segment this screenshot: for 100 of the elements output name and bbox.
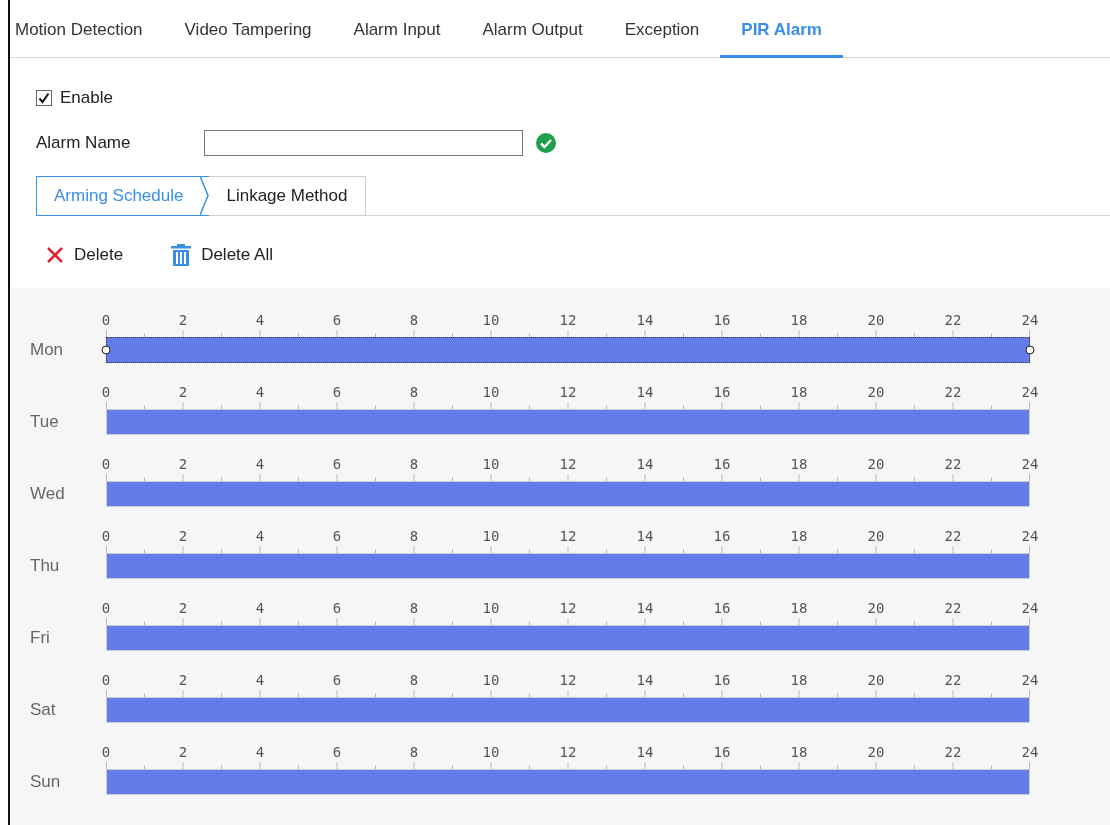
hour-label: 12 bbox=[559, 600, 577, 616]
hour-label: 18 bbox=[790, 312, 808, 328]
hour-label: 6 bbox=[332, 600, 342, 616]
hour-label: 4 bbox=[255, 744, 265, 760]
hour-label: 22 bbox=[944, 744, 962, 760]
hour-label: 18 bbox=[790, 672, 808, 688]
hour-label: 8 bbox=[409, 384, 419, 400]
tab[interactable]: Exception bbox=[603, 0, 721, 58]
hour-label: 16 bbox=[713, 672, 731, 688]
hour-label: 24 bbox=[1021, 456, 1039, 472]
hour-label: 22 bbox=[944, 600, 962, 616]
hour-label: 24 bbox=[1021, 600, 1039, 616]
hour-label: 18 bbox=[790, 528, 808, 544]
hour-label: 14 bbox=[636, 456, 654, 472]
hour-label: 8 bbox=[409, 744, 419, 760]
hour-label: 10 bbox=[482, 456, 500, 472]
hour-label: 16 bbox=[713, 384, 731, 400]
hour-label: 14 bbox=[636, 312, 654, 328]
hour-label: 8 bbox=[409, 456, 419, 472]
hour-label: 12 bbox=[559, 528, 577, 544]
delete-all-button[interactable]: Delete All bbox=[171, 240, 273, 270]
hour-label: 24 bbox=[1021, 528, 1039, 544]
tab[interactable]: Alarm Input bbox=[332, 0, 462, 58]
hour-label: 12 bbox=[559, 312, 577, 328]
hour-label: 20 bbox=[867, 384, 885, 400]
hour-label: 4 bbox=[255, 672, 265, 688]
hour-label: 2 bbox=[178, 456, 188, 472]
tab-arrow-icon bbox=[200, 176, 210, 215]
hour-label: 10 bbox=[482, 312, 500, 328]
sub-tab[interactable]: Arming Schedule bbox=[36, 176, 210, 216]
hour-label: 10 bbox=[482, 600, 500, 616]
hour-label: 16 bbox=[713, 744, 731, 760]
hour-label: 16 bbox=[713, 528, 731, 544]
hour-label: 22 bbox=[944, 456, 962, 472]
tab[interactable]: Alarm Output bbox=[461, 0, 604, 58]
tab[interactable]: Motion Detection bbox=[10, 0, 164, 58]
hour-label: 0 bbox=[101, 672, 111, 688]
checkbox-label: Enable bbox=[60, 88, 113, 108]
hour-label: 24 bbox=[1021, 672, 1039, 688]
hour-label: 4 bbox=[255, 600, 265, 616]
hour-label: 10 bbox=[482, 528, 500, 544]
hour-label: 10 bbox=[482, 384, 500, 400]
hour-label: 22 bbox=[944, 672, 962, 688]
checkbox[interactable] bbox=[36, 90, 52, 106]
alarm-name-field[interactable] bbox=[204, 130, 523, 156]
hour-label: 0 bbox=[101, 312, 111, 328]
hour-label: 12 bbox=[559, 672, 577, 688]
hour-label: 18 bbox=[790, 744, 808, 760]
hour-label: 22 bbox=[944, 528, 962, 544]
hour-label: 20 bbox=[867, 600, 885, 616]
hour-label: 12 bbox=[559, 744, 577, 760]
drag-handle[interactable] bbox=[101, 345, 111, 355]
day-label: Thu bbox=[30, 556, 61, 577]
hour-label: 24 bbox=[1021, 744, 1039, 760]
hour-label: 6 bbox=[332, 672, 342, 688]
tab[interactable]: Video Tampering bbox=[163, 0, 333, 58]
hour-label: 6 bbox=[332, 528, 342, 544]
schedule-bar[interactable] bbox=[106, 337, 1030, 363]
hour-label: 0 bbox=[101, 456, 111, 472]
hour-label: 6 bbox=[332, 744, 342, 760]
hour-label: 16 bbox=[713, 600, 731, 616]
hour-label: 14 bbox=[636, 528, 654, 544]
hour-label: 4 bbox=[255, 528, 265, 544]
hour-label: 16 bbox=[713, 312, 731, 328]
day-label: Mon bbox=[30, 340, 65, 361]
hour-label: 2 bbox=[178, 744, 188, 760]
hour-label: 2 bbox=[178, 600, 188, 616]
hour-label: 8 bbox=[409, 312, 419, 328]
hour-label: 18 bbox=[790, 600, 808, 616]
hour-label: 2 bbox=[178, 672, 188, 688]
hour-label: 2 bbox=[178, 312, 188, 328]
hour-label: 6 bbox=[332, 312, 342, 328]
day-label: Tue bbox=[30, 412, 60, 433]
hour-label: 20 bbox=[867, 672, 885, 688]
hour-label: 24 bbox=[1021, 312, 1039, 328]
hour-label: 6 bbox=[332, 384, 342, 400]
field-label: Alarm Name bbox=[36, 133, 132, 153]
hour-label: 20 bbox=[867, 312, 885, 328]
hour-label: 22 bbox=[944, 384, 962, 400]
hour-label: 12 bbox=[559, 384, 577, 400]
day-label: Sun bbox=[30, 772, 62, 793]
hour-label: 0 bbox=[101, 384, 111, 400]
hour-label: 0 bbox=[101, 600, 111, 616]
hour-label: 16 bbox=[713, 456, 731, 472]
trash-icon bbox=[171, 244, 192, 266]
hour-label: 10 bbox=[482, 744, 500, 760]
hour-label: 12 bbox=[559, 456, 577, 472]
hour-label: 20 bbox=[867, 744, 885, 760]
delete-button[interactable]: Delete bbox=[46, 240, 124, 270]
hour-label: 10 bbox=[482, 672, 500, 688]
hour-label: 4 bbox=[255, 312, 265, 328]
day-label: Sat bbox=[30, 700, 57, 721]
hour-label: 18 bbox=[790, 384, 808, 400]
hour-label: 24 bbox=[1021, 384, 1039, 400]
close-icon bbox=[46, 246, 64, 264]
hour-label: 18 bbox=[790, 456, 808, 472]
day-label: Wed bbox=[30, 484, 66, 505]
hour-label: 0 bbox=[101, 744, 111, 760]
hour-label: 8 bbox=[409, 528, 419, 544]
drag-handle[interactable] bbox=[1025, 345, 1035, 355]
